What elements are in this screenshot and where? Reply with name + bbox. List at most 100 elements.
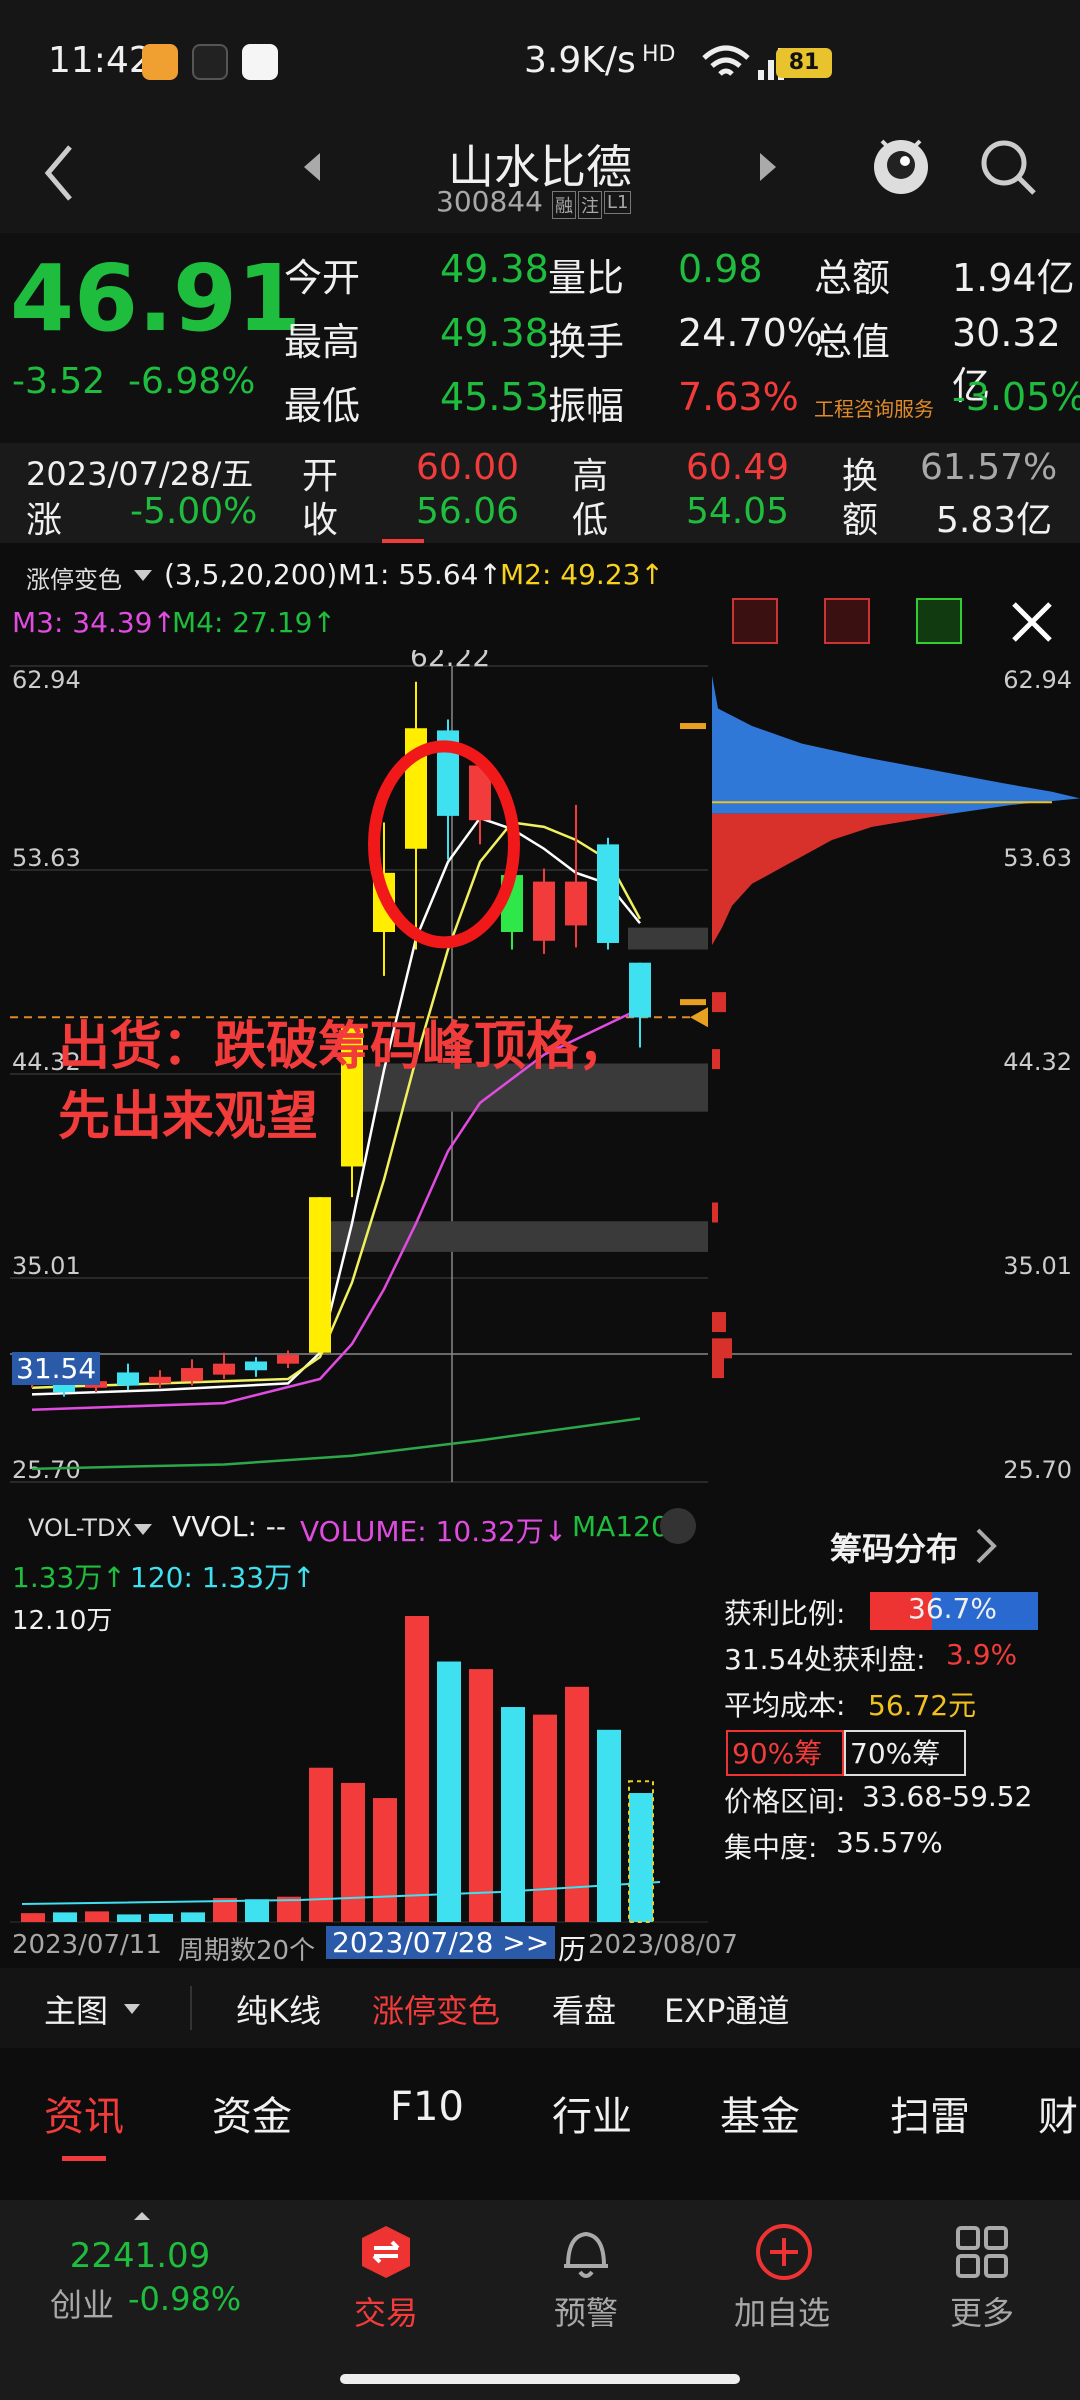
vol-indicator-name[interactable]: VOL-TDX xyxy=(28,1514,132,1542)
chip-price-tick: 44.32 xyxy=(1003,1048,1072,1076)
indicator-m2: M2: 49.23↑ xyxy=(500,558,664,591)
quote-value-2-2: -3.05% xyxy=(952,375,1080,419)
volume-bar xyxy=(373,1798,397,1922)
main-chart-chevron-icon[interactable] xyxy=(122,2002,142,2016)
toolbar-pure-k[interactable]: 纯K线 xyxy=(236,1986,321,2032)
indicator-m4: M4: 27.19↑ xyxy=(172,606,336,639)
history-button[interactable]: 历 xyxy=(558,1928,586,1968)
nav-bar: 山水比德 300844 融 注 L1 xyxy=(0,125,1080,233)
index-up-icon xyxy=(134,2212,150,2220)
price-tick: 53.63 xyxy=(12,844,81,872)
chip-low-bar xyxy=(712,1202,718,1223)
avg-cost-label: 平均成本: xyxy=(724,1689,846,1722)
home-indicator xyxy=(340,2374,740,2384)
price-change-pct: -6.98% xyxy=(128,361,256,402)
indicator-m3: M3: 34.39↑ xyxy=(12,606,176,639)
alert-label[interactable]: 预警 xyxy=(554,2288,618,2334)
tab-90-chip[interactable]: 90%筹 xyxy=(726,1730,844,1776)
candle-body xyxy=(565,881,587,926)
badge-registered: 注 xyxy=(578,191,602,219)
volume-bar xyxy=(117,1914,141,1922)
chip-price-tick: 35.01 xyxy=(1003,1252,1072,1280)
expand-icon[interactable] xyxy=(660,1508,696,1544)
price-tick: 62.94 xyxy=(12,666,81,694)
tab-news[interactable]: 资讯 xyxy=(44,2084,124,2142)
toolbar-divider xyxy=(190,1986,192,2030)
cursor-price-label: 31.54 xyxy=(12,1352,101,1385)
index-change[interactable]: -0.98% xyxy=(128,2280,241,2318)
x-cursor-date: 2023/07/28 >> xyxy=(326,1926,556,1959)
tab-news-indicator xyxy=(62,2156,106,2161)
volume-chart[interactable] xyxy=(0,1596,710,1932)
quote-label-0-2: 总额 xyxy=(814,256,891,300)
vvol-label: VVOL: -- xyxy=(172,1510,286,1543)
toolbar-watch[interactable]: 看盘 xyxy=(552,1986,616,2032)
tab-capital[interactable]: 资金 xyxy=(212,2084,292,2142)
annotation-text: 出货：跌破筹码峰顶格， 先出来观望 xyxy=(58,1012,630,1152)
toolbar-limit-color[interactable]: 涨停变色 xyxy=(372,1986,500,2032)
main-chart-select[interactable]: 主图 xyxy=(44,1986,108,2032)
battery-level: 81 xyxy=(776,48,832,78)
chip-list-icon[interactable] xyxy=(732,598,778,644)
add-watchlist-icon[interactable] xyxy=(754,2222,814,2282)
add-watchlist-label[interactable]: 加自选 xyxy=(734,2288,830,2334)
quote-label-1-1: 换手 xyxy=(548,320,625,364)
volume-bar xyxy=(21,1913,45,1922)
tab-f10[interactable]: F10 xyxy=(390,2084,464,2130)
chip-green-icon[interactable] xyxy=(916,598,962,644)
chip-red-icon[interactable] xyxy=(824,598,870,644)
next-stock-icon[interactable] xyxy=(756,147,780,187)
bell-icon[interactable] xyxy=(556,2222,616,2282)
concentration-value: 35.57% xyxy=(836,1826,943,1859)
quote-panel: 46.91 -3.52 -6.98% 今开 49.38 量比 0.98 总额 1.94亿最… xyxy=(0,233,1080,443)
search-icon[interactable] xyxy=(976,135,1040,199)
hd-label: HD xyxy=(642,42,676,67)
quote-label-2-1: 振幅 xyxy=(548,384,625,428)
quote-label-1-2: 总值 xyxy=(814,320,891,364)
price-range-value: 33.68-59.52 xyxy=(862,1780,1033,1813)
main-indicator-params: (3,5,20,200) xyxy=(164,558,338,591)
quote-value-1-1: 24.70% xyxy=(678,311,823,355)
index-name[interactable]: 创业 xyxy=(50,2280,114,2326)
indicator-m1: M1: 55.64↑ xyxy=(338,558,502,591)
chip-low-bar xyxy=(712,1338,732,1359)
quote-label-2-2: 工程咨询服务 xyxy=(814,397,934,421)
chip-title[interactable]: 筹码分布 xyxy=(830,1524,958,1570)
grid-menu-icon[interactable] xyxy=(952,2222,1012,2282)
x-start-date: 2023/07/11 xyxy=(12,1930,162,1960)
hist-open: 60.00 xyxy=(416,447,520,488)
quote-label-0-0: 今开 xyxy=(284,256,361,300)
vol-chevron-icon[interactable] xyxy=(132,1522,154,1538)
annotation-line-1: 出货：跌破筹码峰顶格， xyxy=(58,1017,631,1077)
app-icon xyxy=(242,44,278,80)
chip-price-tick: 62.94 xyxy=(1003,666,1072,694)
quote-value-0-0: 49.38 xyxy=(440,247,549,291)
index-value[interactable]: 2241.09 xyxy=(40,2236,240,2276)
tab-fund[interactable]: 基金 xyxy=(720,2084,800,2142)
chevron-down-icon[interactable] xyxy=(132,568,154,584)
chevron-right-icon[interactable] xyxy=(974,1526,998,1566)
tab-finance[interactable]: 财 xyxy=(1038,2084,1080,2142)
candle-body xyxy=(629,962,651,1018)
tab-70-chip[interactable]: 70%筹 xyxy=(844,1730,966,1776)
toolbar-exp-channel[interactable]: EXP通道 xyxy=(664,1986,789,2032)
candle-body xyxy=(309,1197,331,1353)
tab-risk[interactable]: 扫雷 xyxy=(890,2084,970,2142)
hist-amt-label: 额 xyxy=(842,500,879,541)
main-indicator-name[interactable]: 涨停变色 xyxy=(26,560,122,595)
trade-label[interactable]: 交易 xyxy=(354,2288,418,2334)
trade-icon[interactable] xyxy=(356,2222,416,2282)
hist-low: 54.05 xyxy=(686,491,790,532)
profit-at-price-value: 3.9% xyxy=(946,1638,1018,1671)
tab-industry[interactable]: 行业 xyxy=(552,2084,632,2142)
volume-bar xyxy=(629,1793,653,1922)
close-icon[interactable] xyxy=(1008,598,1056,646)
hist-amt: 5.83亿 xyxy=(936,500,1053,541)
quote-value-2-0: 45.53 xyxy=(440,375,549,419)
candle-body xyxy=(533,881,555,941)
quote-value-0-2: 1.94亿 xyxy=(952,256,1075,300)
quote-label-0-1: 量比 xyxy=(548,256,625,300)
mascot-icon[interactable] xyxy=(868,127,934,199)
profit-at-price-label: 31.54处获利盘: xyxy=(724,1643,926,1676)
more-label[interactable]: 更多 xyxy=(950,2288,1014,2334)
